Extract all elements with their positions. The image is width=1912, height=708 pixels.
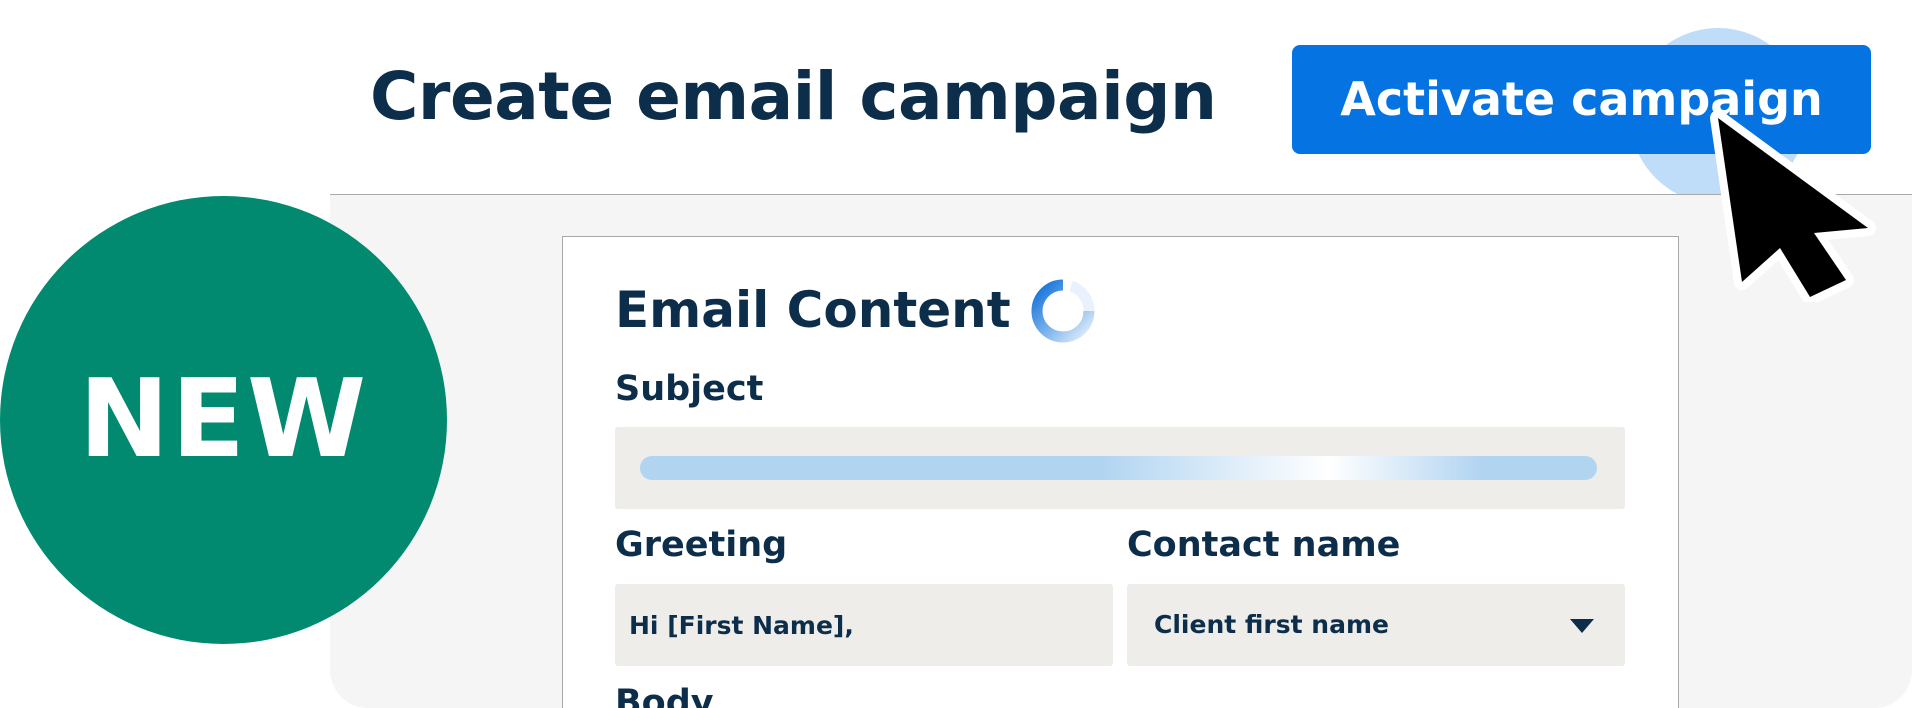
email-content-card: Email Content Subject Greeting Contact n… — [562, 236, 1679, 708]
contact-name-select[interactable]: Client first name — [1127, 584, 1625, 666]
loading-spinner-icon — [1031, 279, 1095, 343]
contact-name-selected-value: Client first name — [1154, 610, 1389, 639]
page-title: Create email campaign — [370, 58, 1217, 135]
email-content-title: Email Content — [615, 281, 1011, 339]
greeting-label: Greeting — [615, 525, 788, 565]
greeting-input[interactable] — [615, 584, 1113, 666]
subject-field[interactable] — [615, 427, 1625, 509]
caret-down-icon — [1570, 619, 1594, 633]
contact-name-label: Contact name — [1127, 525, 1401, 565]
subject-loading-skeleton — [640, 456, 1597, 480]
activate-campaign-button[interactable]: Activate campaign — [1292, 45, 1871, 154]
subject-label: Subject — [615, 369, 764, 409]
body-label: Body — [615, 683, 714, 708]
new-badge: NEW — [0, 196, 447, 644]
